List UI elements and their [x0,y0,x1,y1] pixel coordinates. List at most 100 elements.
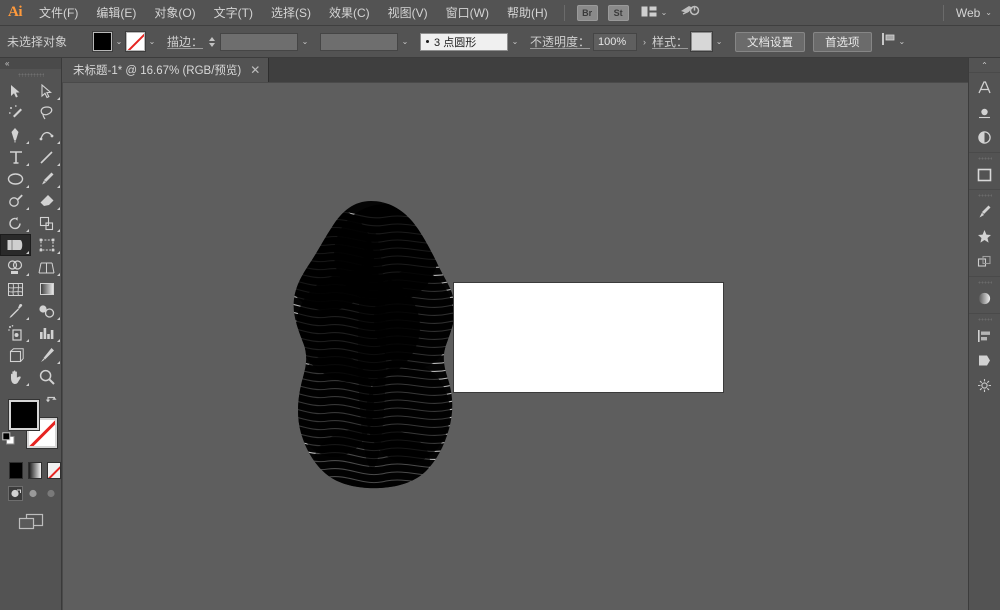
paragraph-panel-icon[interactable] [969,100,1000,125]
variable-width-dropdown-icon[interactable]: ⌄ [398,32,412,51]
brush-definition-select[interactable]: 3 点圆形 [420,32,509,51]
toolbar-fill-swatch[interactable] [8,399,40,431]
artboard-tool[interactable] [0,344,31,366]
none-mode-button[interactable] [47,462,61,479]
menu-help[interactable]: 帮助(H) [498,0,557,26]
swap-fill-stroke-icon[interactable] [45,396,58,414]
variable-width-profile-select[interactable] [320,32,399,51]
dock-group-brushes [969,189,1000,276]
gradient-panel-icon[interactable] [969,286,1000,311]
mesh-tool[interactable] [0,278,31,300]
draw-inside-button[interactable] [44,486,59,501]
perspective-grid-tool[interactable] [31,256,62,278]
appearance-panel-icon[interactable] [969,125,1000,150]
column-graph-tool[interactable] [31,322,62,344]
blend-tool[interactable] [31,300,62,322]
white-rectangle-shape[interactable] [453,282,724,393]
symbol-sprayer-tool[interactable] [0,322,31,344]
document-setup-button[interactable]: 文档设置 [735,31,806,52]
graphic-style-dropdown-icon[interactable]: ⌄ [712,32,726,51]
artboards-panel-icon[interactable] [969,162,1000,187]
close-icon[interactable]: ✕ [250,64,260,76]
document-canvas[interactable] [62,82,968,610]
stroke-weight-dropdown-icon[interactable]: ⌄ [298,32,312,51]
menu-window[interactable]: 窗口(W) [437,0,498,26]
menu-type[interactable]: 文字(T) [205,0,262,26]
rotate-tool[interactable] [0,212,31,234]
color-mode-button[interactable] [9,462,23,479]
hand-tool[interactable] [0,366,31,388]
workspace-switcher[interactable]: Web [951,6,985,20]
character-panel-icon[interactable] [969,75,1000,100]
fill-color-swatch[interactable] [92,31,113,52]
selection-tool[interactable] [0,80,31,102]
dock-grip[interactable] [969,155,1000,162]
type-tool[interactable] [0,146,31,168]
magic-wand-tool[interactable] [0,102,31,124]
align-chevron-down-icon[interactable]: ⌄ [899,37,906,46]
menu-object[interactable]: 对象(O) [145,0,204,26]
gradient-tool[interactable] [31,278,62,300]
ellipse-tool[interactable] [0,168,31,190]
pathfinder-panel-icon[interactable] [969,348,1000,373]
arrange-documents-button[interactable]: ⌄ [641,4,667,22]
pen-tool[interactable] [0,124,31,146]
tools-panel-header[interactable]: « [0,58,61,69]
opacity-more-options-icon[interactable]: › [637,37,652,47]
collapse-panel-icon[interactable]: « [5,59,10,68]
eyedropper-tool[interactable] [0,300,31,322]
slice-tool[interactable] [31,344,62,366]
gradient-mode-button[interactable] [28,462,42,479]
brushes-panel-icon[interactable] [969,199,1000,224]
graphic-style-swatch[interactable] [690,31,714,52]
dock-grip[interactable] [969,192,1000,199]
opacity-input[interactable]: 100% [593,32,638,51]
fill-swatch-dropdown-icon[interactable]: ⌄ [112,32,126,51]
stock-search-button[interactable] [680,2,700,23]
app-logo-icon: Ai [8,4,23,20]
preferences-button[interactable]: 首选项 [813,31,872,52]
align-panel-icon[interactable] [969,323,1000,348]
menu-select[interactable]: 选择(S) [262,0,320,26]
layers-panel-icon[interactable] [969,373,1000,398]
dock-grip[interactable] [969,316,1000,323]
menu-edit[interactable]: 编辑(E) [87,0,145,26]
default-fill-stroke-icon[interactable] [2,432,15,450]
transform-panel-icon[interactable] [969,249,1000,274]
menu-view[interactable]: 视图(V) [379,0,437,26]
shape-builder-tool[interactable] [0,256,31,278]
stroke-swatch-dropdown-icon[interactable]: ⌄ [145,32,159,51]
stroke-weight-stepper[interactable] [207,33,217,51]
lasso-tool[interactable] [31,102,62,124]
free-transform-tool[interactable] [31,234,62,256]
stroke-weight-input[interactable] [220,32,299,51]
dock-grip[interactable] [969,279,1000,286]
wave-line-torso-artwork[interactable] [268,199,480,489]
width-tool[interactable] [0,234,31,256]
draw-normal-button[interactable] [8,486,23,501]
stock-button[interactable]: St [607,4,629,21]
pencil-tool[interactable] [0,190,31,212]
brush-definition-dropdown-icon[interactable]: ⌄ [508,32,522,51]
draw-behind-button[interactable] [26,486,41,501]
expand-panels-button[interactable]: ⌃ [969,58,1000,72]
tools-panel-grip[interactable] [0,69,61,80]
align-to-artboard-button[interactable]: ⌄ [881,32,906,51]
curvature-tool[interactable] [31,124,62,146]
direct-selection-tool[interactable] [31,80,62,102]
change-screen-mode-button[interactable] [0,501,61,531]
zoom-tool[interactable] [31,366,62,388]
bridge-button[interactable]: Br [576,4,598,21]
stroke-color-swatch[interactable] [125,31,146,52]
selection-status-label: 未选择对象 [7,35,68,49]
eraser-tool[interactable] [31,190,62,212]
menubar-right-cluster: Web ⌄ [936,4,1000,21]
document-tab[interactable]: 未标题-1* @ 16.67% (RGB/预览) ✕ [62,58,270,82]
symbols-panel-icon[interactable] [969,224,1000,249]
menu-file[interactable]: 文件(F) [30,0,87,26]
scale-tool[interactable] [31,212,62,234]
paintbrush-tool[interactable] [31,168,62,190]
menu-effect[interactable]: 效果(C) [320,0,379,26]
workspace-chevron-down-icon[interactable]: ⌄ [985,8,992,17]
line-segment-tool[interactable] [31,146,62,168]
